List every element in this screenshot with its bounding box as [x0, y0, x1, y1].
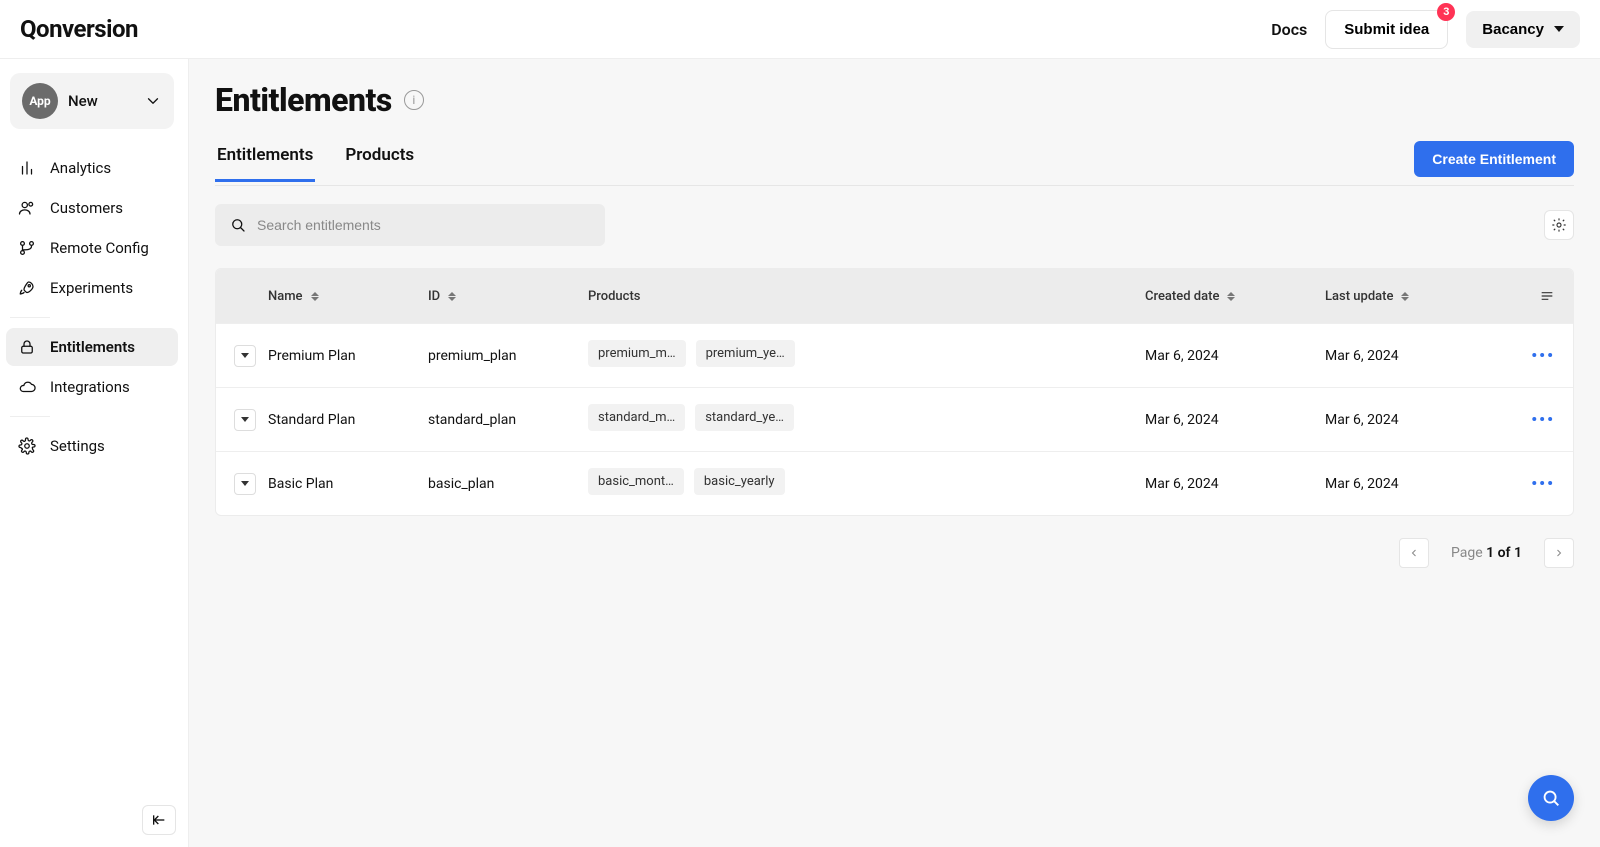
- cell-updated: Mar 6, 2024: [1325, 412, 1505, 428]
- submit-idea-label: Submit idea: [1344, 21, 1429, 38]
- cell-id: premium_plan: [428, 348, 588, 364]
- submit-idea-badge: 3: [1437, 3, 1455, 21]
- sidebar-item-label: Integrations: [50, 378, 130, 396]
- row-actions-button[interactable]: •••: [1531, 346, 1555, 365]
- column-picker-button[interactable]: [1505, 288, 1555, 304]
- tab-products[interactable]: Products: [343, 145, 416, 182]
- help-button[interactable]: [1528, 775, 1574, 821]
- chevron-down-icon: [1554, 26, 1564, 32]
- product-chip: basic_yearly: [694, 468, 785, 495]
- branch-icon: [18, 239, 36, 257]
- col-header-updated[interactable]: Last update: [1325, 289, 1505, 304]
- info-icon[interactable]: i: [404, 90, 424, 110]
- sidebar-item-customers[interactable]: Customers: [6, 189, 178, 227]
- sidebar-item-label: Remote Config: [50, 239, 149, 257]
- table-settings-button[interactable]: [1544, 210, 1574, 240]
- cell-products: premium_m… premium_ye…: [588, 340, 1145, 371]
- bar-chart-icon: [18, 159, 36, 177]
- table-row[interactable]: Premium Plan premium_plan premium_m…prem…: [216, 323, 1573, 387]
- pagination: Page 1 of 1: [215, 538, 1574, 568]
- table-row[interactable]: Basic Plan basic_plan basic_mont… basic_y…: [216, 451, 1573, 515]
- next-page-button[interactable]: [1544, 538, 1574, 568]
- account-name: Bacancy: [1482, 21, 1544, 38]
- cell-id: standard_plan: [428, 412, 588, 428]
- cell-created: Mar 6, 2024: [1145, 412, 1325, 428]
- cell-updated: Mar 6, 2024: [1325, 476, 1505, 492]
- sort-icon: [311, 292, 319, 301]
- sidebar: App New Analytics Customers Remote Confi: [0, 59, 189, 847]
- chevron-down-icon: [144, 92, 162, 110]
- sort-icon: [1227, 292, 1235, 301]
- app-picker[interactable]: App New: [10, 73, 174, 129]
- page-indicator: Page 1 of 1: [1451, 545, 1522, 561]
- submit-idea-button[interactable]: Submit idea 3: [1325, 10, 1448, 49]
- create-entitlement-button[interactable]: Create Entitlement: [1414, 141, 1574, 177]
- lock-icon: [18, 338, 36, 356]
- chevron-down-icon: [241, 353, 249, 358]
- sidebar-item-label: Settings: [50, 437, 105, 455]
- cell-products: basic_mont… basic_yearly: [588, 468, 1145, 499]
- product-chip: standard_m…: [588, 404, 685, 431]
- product-chip: standard_ye…: [695, 404, 794, 431]
- entitlements-table: Name ID Products Created date: [215, 268, 1574, 516]
- product-chip: premium_ye…: [696, 340, 795, 367]
- docs-link[interactable]: Docs: [1271, 20, 1307, 39]
- sidebar-item-entitlements[interactable]: Entitlements: [6, 328, 178, 366]
- product-chip: premium_m…: [588, 340, 686, 367]
- cell-products: standard_m… standard_ye…: [588, 404, 1145, 435]
- sort-icon: [448, 292, 456, 301]
- account-menu[interactable]: Bacancy: [1466, 11, 1580, 48]
- col-header-created[interactable]: Created date: [1145, 289, 1325, 304]
- search-input[interactable]: [257, 217, 591, 233]
- row-actions-button[interactable]: •••: [1531, 474, 1555, 493]
- cell-updated: Mar 6, 2024: [1325, 348, 1505, 364]
- users-icon: [18, 199, 36, 217]
- table-row[interactable]: Standard Plan standard_plan standard_m…s…: [216, 387, 1573, 451]
- app-badge: App: [22, 83, 58, 119]
- col-header-products: Products: [588, 289, 1145, 304]
- cell-id: basic_plan: [428, 476, 588, 492]
- expand-row-button[interactable]: [234, 409, 256, 431]
- search-box[interactable]: [215, 204, 605, 246]
- sidebar-item-label: Customers: [50, 199, 123, 217]
- sidebar-item-remote-config[interactable]: Remote Config: [6, 229, 178, 267]
- app-name: New: [68, 92, 98, 110]
- cell-created: Mar 6, 2024: [1145, 348, 1325, 364]
- topbar: Qonversion Docs Submit idea 3 Bacancy: [0, 0, 1600, 59]
- sort-icon: [1401, 292, 1409, 301]
- main-content: Entitlements i Entitlements Products Cre…: [189, 59, 1600, 847]
- sidebar-item-label: Analytics: [50, 159, 111, 177]
- rocket-icon: [18, 279, 36, 297]
- sidebar-item-integrations[interactable]: Integrations: [6, 368, 178, 406]
- expand-row-button[interactable]: [234, 473, 256, 495]
- divider: [10, 317, 50, 318]
- brand-logo: Qonversion: [20, 15, 138, 43]
- collapse-sidebar-button[interactable]: [142, 805, 176, 835]
- page-title: Entitlements: [215, 81, 392, 119]
- expand-row-button[interactable]: [234, 345, 256, 367]
- sidebar-item-label: Entitlements: [50, 338, 135, 356]
- product-chip: basic_mont…: [588, 468, 684, 495]
- divider: [10, 416, 50, 417]
- gear-icon: [18, 437, 36, 455]
- chevron-down-icon: [241, 481, 249, 486]
- search-icon: [229, 216, 247, 234]
- cell-name: Premium Plan: [268, 348, 428, 364]
- sidebar-item-experiments[interactable]: Experiments: [6, 269, 178, 307]
- tab-entitlements[interactable]: Entitlements: [215, 145, 315, 182]
- row-actions-button[interactable]: •••: [1531, 410, 1555, 429]
- col-header-id[interactable]: ID: [428, 289, 588, 304]
- table-header: Name ID Products Created date: [216, 269, 1573, 323]
- col-header-name[interactable]: Name: [268, 289, 428, 304]
- prev-page-button[interactable]: [1399, 538, 1429, 568]
- chevron-down-icon: [241, 417, 249, 422]
- cell-created: Mar 6, 2024: [1145, 476, 1325, 492]
- sidebar-item-label: Experiments: [50, 279, 133, 297]
- cloud-icon: [18, 378, 36, 396]
- cell-name: Standard Plan: [268, 412, 428, 428]
- sidebar-item-settings[interactable]: Settings: [6, 427, 178, 465]
- cell-name: Basic Plan: [268, 476, 428, 492]
- sidebar-item-analytics[interactable]: Analytics: [6, 149, 178, 187]
